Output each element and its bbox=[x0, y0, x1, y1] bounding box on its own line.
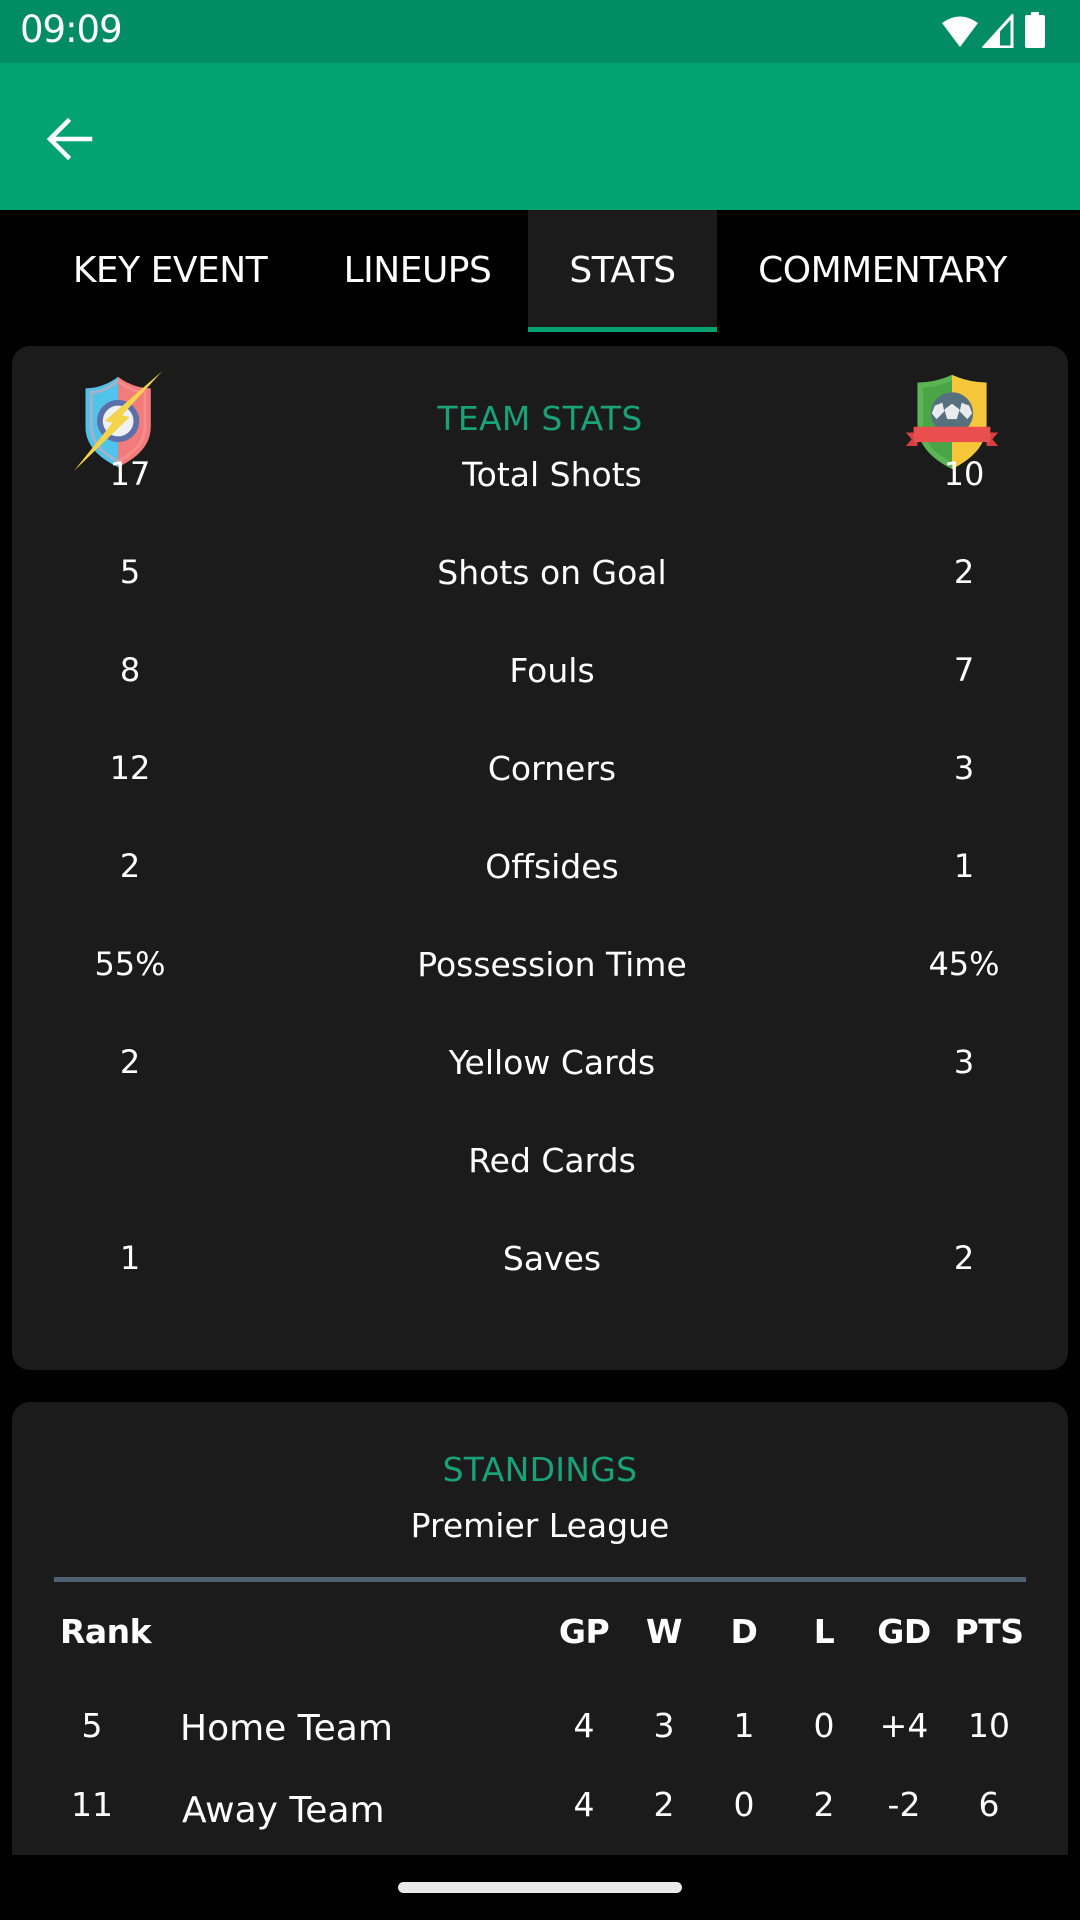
l-value: 2 bbox=[813, 1785, 835, 1824]
stat-label: Shots on Goal bbox=[437, 553, 667, 592]
stat-away-value: 3 bbox=[953, 749, 975, 787]
tab-bar: KEY EVENT LINEUPS STATS COMMENTARY bbox=[0, 210, 1080, 332]
gd-value: -2 bbox=[887, 1785, 921, 1824]
stat-home-value: 8 bbox=[119, 651, 141, 689]
tab-lineups[interactable]: LINEUPS bbox=[315, 210, 520, 330]
pts-value: 10 bbox=[968, 1706, 1010, 1745]
d-value: 1 bbox=[733, 1706, 755, 1745]
d-value: 0 bbox=[733, 1785, 755, 1824]
stat-label: Possession Time bbox=[417, 945, 687, 984]
wifi-icon bbox=[942, 16, 978, 47]
stat-row-offsides: 2 Offsides 1 bbox=[12, 837, 1068, 897]
stat-home-value: 17 bbox=[109, 455, 151, 493]
stat-label: Fouls bbox=[509, 651, 595, 690]
stat-away-value: 7 bbox=[953, 651, 975, 689]
status-icons bbox=[940, 12, 1080, 52]
gd-value: +4 bbox=[879, 1706, 929, 1745]
w-value: 3 bbox=[653, 1706, 675, 1745]
stat-row-shots-on-goal: 5 Shots on Goal 2 bbox=[12, 543, 1068, 603]
team-name: Home Team bbox=[180, 1708, 393, 1749]
header-rank: Rank bbox=[60, 1612, 152, 1651]
w-value: 2 bbox=[653, 1785, 675, 1824]
stat-home-value: 2 bbox=[119, 1043, 141, 1081]
app-bar bbox=[0, 63, 1080, 210]
stat-home-value: 55% bbox=[94, 945, 166, 983]
stat-home-value: 2 bbox=[119, 847, 141, 885]
header-pts: PTS bbox=[954, 1612, 1024, 1651]
stat-away-value: 2 bbox=[953, 553, 975, 591]
back-button[interactable] bbox=[40, 109, 100, 169]
header-gd: GD bbox=[877, 1612, 931, 1651]
stat-label: Red Cards bbox=[468, 1141, 636, 1180]
arrow-left-icon bbox=[46, 117, 93, 161]
team-name: Away Team bbox=[182, 1790, 385, 1831]
stat-row-fouls: 8 Fouls 7 bbox=[12, 641, 1068, 701]
stat-row-possession-time: 55% Possession Time 45% bbox=[12, 935, 1068, 995]
standings-title: STANDINGS bbox=[442, 1450, 638, 1489]
tab-key-event[interactable]: KEY EVENT bbox=[40, 210, 300, 330]
header-w: W bbox=[646, 1612, 682, 1651]
stat-home-value: 5 bbox=[119, 553, 141, 591]
stat-away-value: 45% bbox=[928, 945, 1000, 983]
status-time: 09:09 bbox=[20, 8, 123, 51]
l-value: 0 bbox=[813, 1706, 835, 1745]
stat-row-yellow-cards: 2 Yellow Cards 3 bbox=[12, 1033, 1068, 1093]
header-d: D bbox=[730, 1612, 758, 1651]
stat-away-value: 10 bbox=[943, 455, 985, 493]
stat-row-saves: 1 Saves 2 bbox=[12, 1229, 1068, 1289]
stat-label: Corners bbox=[487, 749, 617, 788]
stat-label: Total Shots bbox=[462, 455, 642, 494]
header-l: L bbox=[813, 1612, 835, 1651]
rank-value: 11 bbox=[71, 1785, 113, 1824]
stat-home-value: 1 bbox=[119, 1239, 141, 1277]
stat-row-total-shots: 17 Total Shots 10 bbox=[12, 445, 1068, 505]
tab-stats[interactable]: STATS bbox=[528, 210, 717, 332]
home-gesture-bar[interactable] bbox=[398, 1882, 682, 1893]
stat-away-value: 2 bbox=[953, 1239, 975, 1277]
header-gp: GP bbox=[558, 1612, 610, 1651]
stat-row-corners: 12 Corners 3 bbox=[12, 739, 1068, 799]
league-name: Premier League bbox=[410, 1506, 670, 1545]
stat-label: Offsides bbox=[485, 847, 619, 886]
stat-away-value: 3 bbox=[953, 1043, 975, 1081]
stat-label: Yellow Cards bbox=[448, 1043, 656, 1082]
pts-value: 6 bbox=[978, 1785, 1000, 1824]
gp-value: 4 bbox=[573, 1785, 595, 1824]
tab-commentary[interactable]: COMMENTARY bbox=[730, 210, 1035, 330]
standings-divider bbox=[54, 1577, 1026, 1582]
gp-value: 4 bbox=[573, 1706, 595, 1745]
standings-card: STANDINGS Premier League Rank GP W D L G… bbox=[12, 1402, 1068, 1855]
battery-icon bbox=[1025, 12, 1045, 48]
signal-icon bbox=[982, 14, 1014, 48]
stat-home-value: 12 bbox=[109, 749, 151, 787]
stat-row-red-cards: Red Cards bbox=[12, 1131, 1068, 1191]
stat-away-value: 1 bbox=[953, 847, 975, 885]
team-stats-card: TEAM STATS 17 Total Shots 10 5 Shots on … bbox=[12, 346, 1068, 1370]
stat-label: Saves bbox=[502, 1239, 602, 1278]
rank-value: 5 bbox=[81, 1706, 103, 1745]
status-bar: 09:09 bbox=[0, 0, 1080, 63]
